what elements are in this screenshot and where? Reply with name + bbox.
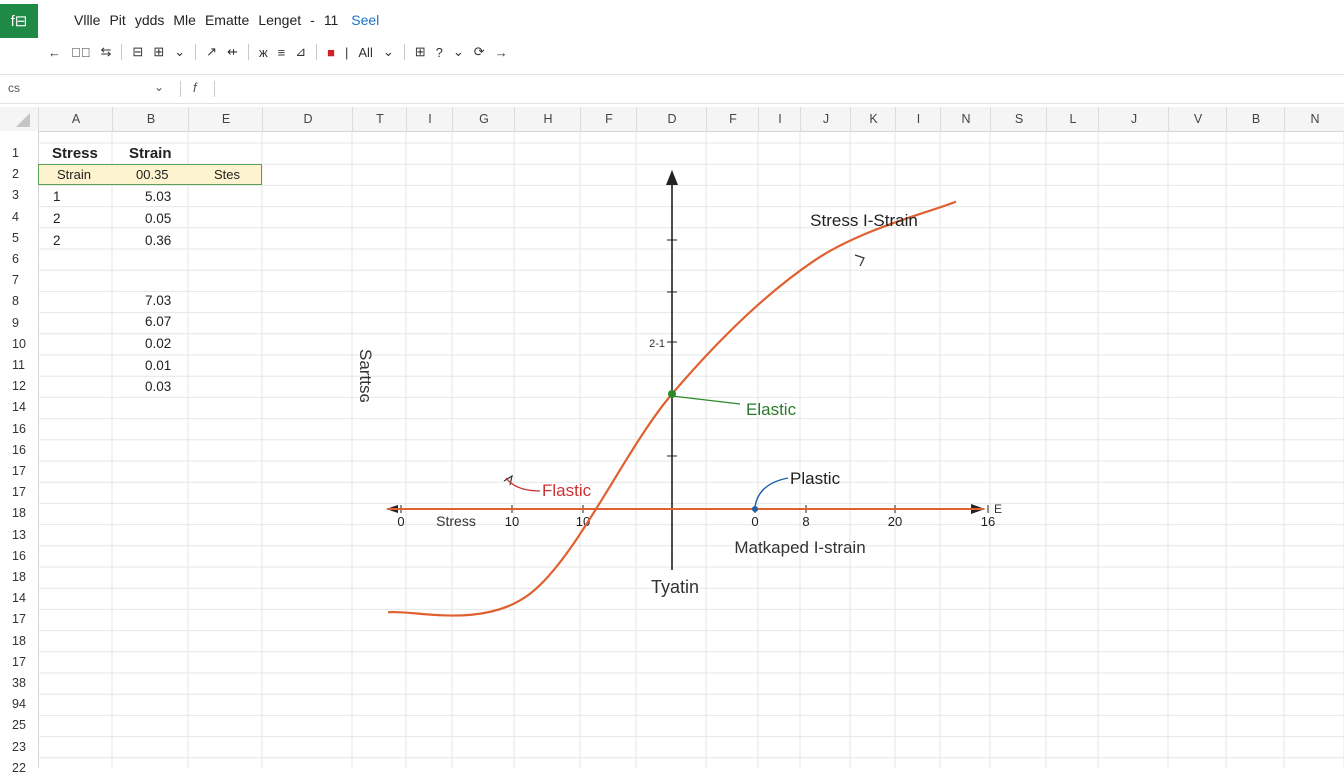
elastic-leader-line xyxy=(671,395,741,405)
y-tick-label: 2-1 xyxy=(649,338,665,350)
x-axis-end-label: E xyxy=(994,502,1002,516)
plastic-point xyxy=(752,506,758,512)
y-axis-label: Sarttsɢ xyxy=(356,349,375,403)
annotation-flastic: Flastic xyxy=(542,481,592,500)
stress-strain-chart[interactable]: 0 10 10 0 8 20 16 Sarttsɢ Tyatin Matkaped I-st… xyxy=(0,0,1344,768)
x-axis-title: Tyatin xyxy=(651,577,699,597)
x-tick-label: 0 xyxy=(397,514,404,529)
x-tick-label: 8 xyxy=(802,514,809,529)
x-tick-label: 0 xyxy=(751,514,758,529)
chart-lines xyxy=(387,200,985,617)
x-tick-label: 16 xyxy=(981,514,995,529)
x-tick-label: 10 xyxy=(505,514,519,529)
annotation-plastic: Plastic xyxy=(790,469,841,488)
x-axis-text: Stress xyxy=(436,513,476,529)
y-axis-arrow xyxy=(666,170,678,185)
chart-subtitle: Matkaped I-strain xyxy=(734,538,865,557)
curve-arrow-mark xyxy=(854,254,865,267)
plastic-leader-line xyxy=(754,477,789,508)
annotation-elastic: Elastic xyxy=(746,400,797,419)
x-tick-label: 20 xyxy=(888,514,902,529)
annotation-stress-strain: Stress I-Strain xyxy=(810,211,918,230)
